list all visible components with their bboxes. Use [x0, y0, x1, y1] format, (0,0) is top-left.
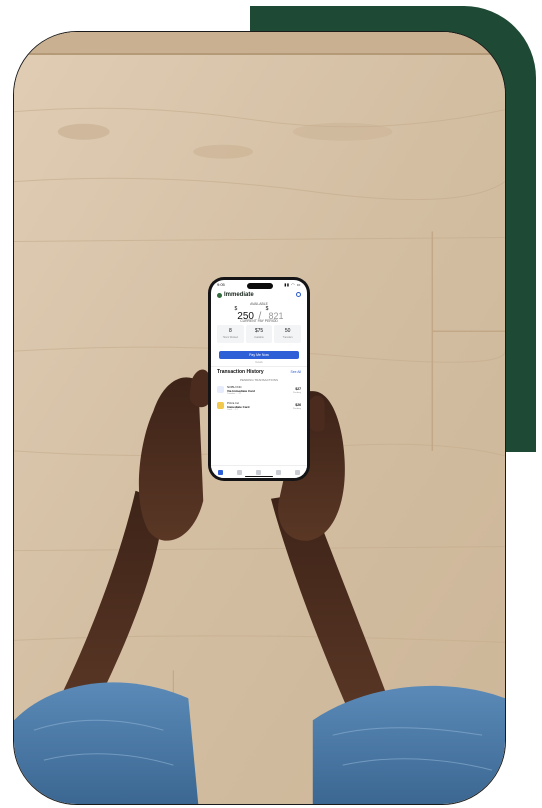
tx-meta: Card ····17	[227, 409, 238, 411]
see-all-link[interactable]: See All	[290, 370, 301, 374]
stat-card: $75 Available	[245, 325, 273, 343]
tx-amount: $27	[295, 387, 301, 391]
app-header: Immediate	[217, 292, 301, 300]
home-indicator	[245, 476, 273, 477]
tx-meta: Transfer ····17	[227, 393, 242, 395]
details-link[interactable]: Details	[211, 361, 307, 364]
stat-card: 50 Transfers	[274, 325, 302, 343]
transactions-title: Transaction History	[217, 369, 264, 375]
dynamic-island	[247, 283, 273, 289]
tab-savings-icon[interactable]	[275, 469, 281, 475]
pending-label: PENDING TRANSACTIONS	[240, 378, 278, 382]
tab-activity-icon[interactable]	[237, 469, 243, 475]
transaction-row[interactable]: NOBU INC Via Immediate Card Transfer ···…	[217, 384, 301, 396]
tab-menu-icon[interactable]	[294, 469, 300, 475]
logo-icon	[217, 293, 222, 298]
stat-card: 8 Hours Worked	[217, 325, 244, 343]
status-icons: ▮▮ ◠ ▭	[284, 282, 301, 287]
stat-label: Transfers	[282, 336, 293, 339]
stats-row: 8 Hours Worked $75 Available 50 Transfer…	[217, 325, 302, 343]
tx-status: Pending	[292, 392, 301, 394]
smartphone: 9:05 ▮▮ ◠ ▭ Immediate AVAILABLE $250 / $…	[208, 277, 310, 481]
transaction-row[interactable]: Pizza Inc Immediate Card Card ····17 $26…	[217, 400, 301, 412]
stat-value: 8	[228, 328, 232, 334]
tx-status: Pending	[292, 408, 301, 410]
phone-screen: 9:05 ▮▮ ◠ ▭ Immediate AVAILABLE $250 / $…	[211, 280, 307, 478]
tx-amount: $26	[295, 403, 301, 407]
card-icon	[217, 386, 224, 393]
status-time: 9:05	[217, 282, 225, 287]
card-icon	[217, 402, 224, 409]
help-icon[interactable]	[296, 292, 301, 297]
tab-home-icon[interactable]	[218, 469, 224, 475]
pay-period-label: CURRENT PAY PERIOD	[240, 319, 278, 323]
pay-now-button[interactable]: Pay Me Now	[219, 351, 299, 359]
stat-value: 50	[284, 328, 291, 334]
divider	[211, 366, 307, 367]
brand-name: Immediate	[224, 292, 254, 298]
tab-card-icon[interactable]	[256, 469, 262, 475]
stat-label: Hours Worked	[222, 336, 238, 339]
stat-label: Available	[254, 336, 264, 339]
photo-frame: 9:05 ▮▮ ◠ ▭ Immediate AVAILABLE $250 / $…	[13, 31, 506, 805]
stat-value: $75	[254, 328, 264, 334]
